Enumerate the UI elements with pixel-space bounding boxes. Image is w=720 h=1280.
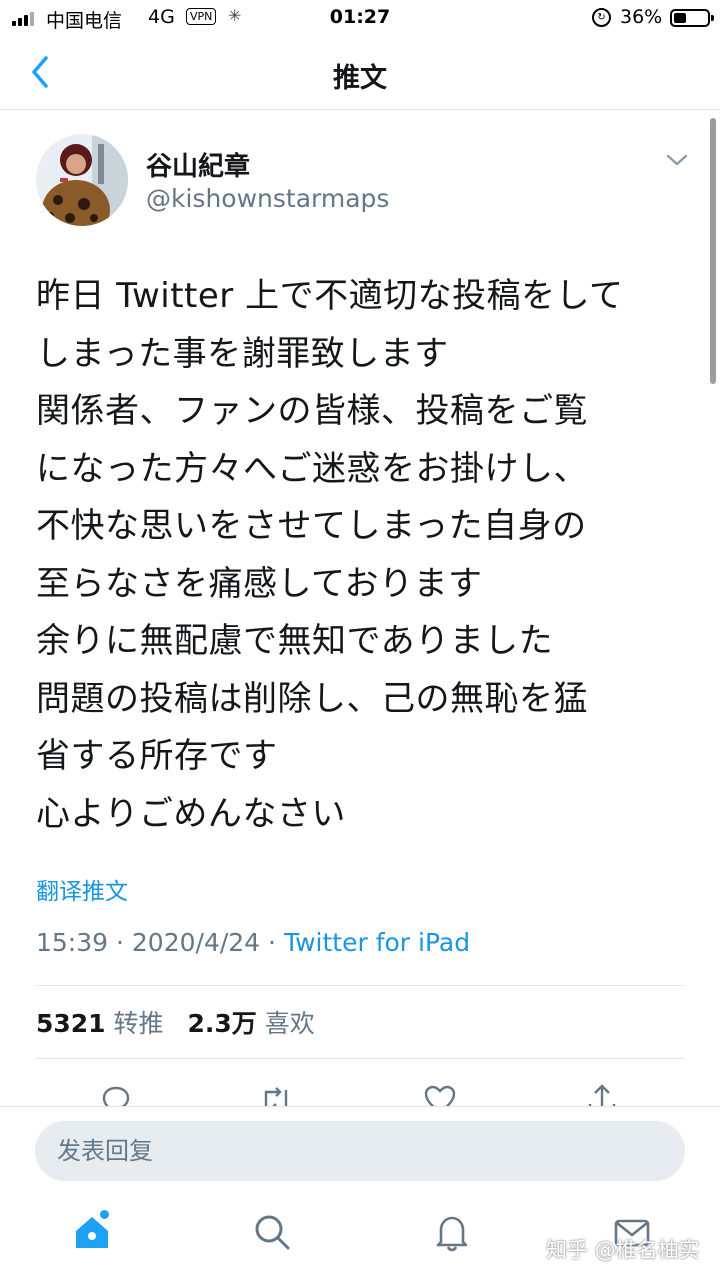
tab-notifications[interactable] [432,1212,472,1252]
watermark: 知乎 @椎名柚实 [546,1238,700,1262]
tweet-line: になった方々へご迷惑をお掛けし、 [36,448,588,489]
separator-dot: · [116,928,132,957]
tweet-meta: 15:39 · 2020/4/24 · Twitter for iPad [36,928,470,957]
tweet-source-link[interactable]: Twitter for iPad [284,928,470,957]
like-stat[interactable]: 2.3万 喜欢 [188,1009,315,1038]
chevron-down-icon [666,154,688,166]
tweet-line: 関係者、ファンの皆様、投稿をご覧 [36,391,588,431]
share-icon [588,1084,616,1106]
battery-icon [670,9,714,27]
search-icon [255,1215,290,1250]
scroll-indicator[interactable] [710,118,716,384]
reply-bar: 发表回复 [0,1106,720,1194]
status-time: 01:27 [329,6,391,28]
display-name[interactable]: 谷山紀章 [146,146,250,183]
retweet-count: 5321 [36,1009,106,1038]
orientation-lock-icon: ↻ [592,8,611,27]
divider [36,985,684,986]
tweet-text: 昨日 Twitter 上で不適切な投稿をして しまった事を謝罪致します 関係者、… [36,268,706,843]
tweet-line: 昨日 Twitter 上で不適切な投稿をして [36,276,624,316]
retweet-stat[interactable]: 5321 转推 [36,1009,164,1038]
separator-dot: · [268,928,284,957]
user-handle[interactable]: @kishownstarmaps [146,184,389,213]
translate-tweet-link[interactable]: 翻译推文 [36,872,128,906]
retweet-button[interactable] [258,1082,294,1106]
reply-input[interactable]: 发表回复 [35,1121,685,1181]
nav-bar: 推文 [0,36,720,110]
like-count: 2.3万 [187,1009,257,1038]
like-button[interactable] [422,1082,458,1106]
like-label: 喜欢 [264,1009,315,1038]
share-button[interactable] [584,1082,620,1106]
divider [36,1058,684,1059]
tweet-actions [0,1078,720,1106]
avatar[interactable] [36,134,128,226]
retweet-icon [264,1087,288,1106]
tweet-line: 省する所存です [36,736,278,776]
comment-icon [102,1086,130,1106]
tweet-line: 問題の投稿は削除し、己の無恥を猛 [36,678,588,719]
new-content-indicator [100,1210,109,1219]
retweet-label: 转推 [113,1009,164,1038]
status-bar: 中国电信 4G VPN ✳ 01:27 ↻ 36% [0,0,720,36]
tweet-time: 15:39 [36,928,109,957]
heart-icon [424,1085,456,1106]
tweet-stats: 5321 转推 2.3万 喜欢 [36,1004,315,1040]
battery-percentage: 36% [620,6,663,28]
tweet-line: 余りに無配慮で無知でありました [36,621,554,661]
tweet-line: しまった事を謝罪致します [36,333,449,374]
bell-icon [436,1216,468,1252]
tweet-date: 2020/4/24 [131,928,261,957]
tweet-line: 心よりごめんなさい [36,793,346,834]
reply-button[interactable] [98,1082,134,1106]
tab-search[interactable] [252,1212,292,1252]
tweet-line: 不快な思いをさせてしまった自身の [36,506,587,546]
tweet-line: 至らなさを痛感しております [36,563,483,604]
page-title: 推文 [333,63,387,94]
tweet-options-button[interactable] [664,150,690,170]
